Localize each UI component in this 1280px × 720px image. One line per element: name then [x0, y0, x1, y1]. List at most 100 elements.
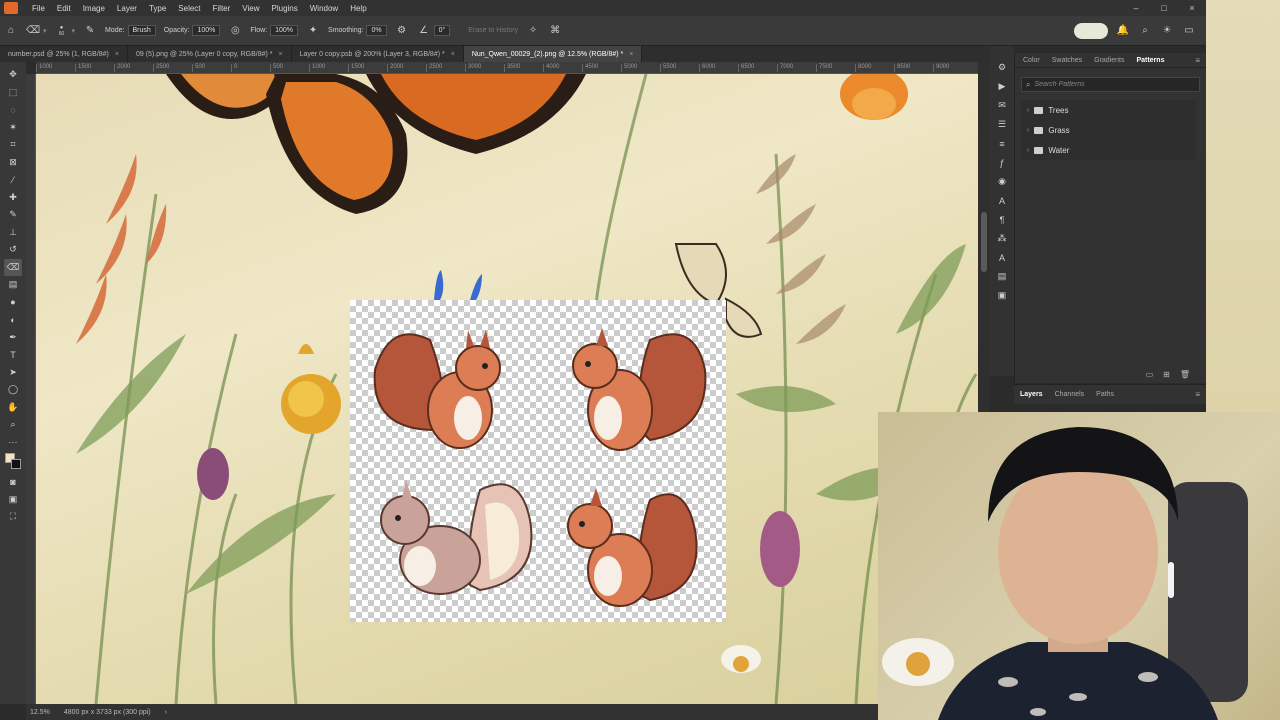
scrollbar-thumb[interactable] [981, 212, 987, 272]
type-tool-presets-icon[interactable]: A [994, 250, 1010, 265]
app-logo-icon[interactable] [4, 2, 18, 14]
brush-preset-picker[interactable]: ● 60 ▾ [55, 24, 75, 38]
menu-type[interactable]: Type [143, 4, 172, 13]
panel-menu-icon[interactable]: ≡ [1195, 56, 1200, 65]
play-action-icon[interactable]: ▶ [994, 79, 1010, 94]
history-icon[interactable]: ▣ [994, 288, 1010, 303]
close-tab-icon[interactable]: × [451, 51, 455, 58]
vertical-ruler[interactable] [26, 74, 36, 704]
tab-layers[interactable]: Layers [1018, 391, 1045, 398]
frame-tool-icon[interactable]: ⊠ [4, 154, 22, 172]
close-tab-icon[interactable]: × [629, 51, 633, 58]
gradient-tool-icon[interactable]: ▤ [4, 276, 22, 294]
glyphs-icon[interactable]: ⁂ [994, 231, 1010, 246]
eyedropper-tool-icon[interactable]: ⁄ [4, 171, 22, 189]
tab-patterns[interactable]: Patterns [1132, 57, 1168, 64]
panel-menu-icon[interactable]: ≡ [1195, 390, 1200, 399]
close-tab-icon[interactable]: × [115, 51, 119, 58]
mode-select[interactable]: Brush [127, 25, 156, 36]
menu-window[interactable]: Window [304, 4, 344, 13]
chevron-right-icon[interactable]: › [1027, 107, 1029, 114]
toggle-brush-panel-icon[interactable]: ✎ [83, 24, 97, 38]
color-swatches[interactable] [4, 451, 22, 473]
pattern-group-trees[interactable]: › Trees [1021, 100, 1196, 120]
flow-input[interactable]: 100% [270, 25, 299, 36]
quick-mask-icon[interactable]: ◙ [4, 473, 22, 491]
menu-help[interactable]: Help [344, 4, 372, 13]
tab-layer0-copy[interactable]: Layer 0 copy.psb @ 200% (Layer 3, RGB/8#… [292, 46, 464, 62]
bell-icon[interactable]: 🔔 [1116, 24, 1130, 38]
menu-image[interactable]: Image [77, 4, 111, 13]
angle-input[interactable]: 0° [433, 25, 451, 36]
lasso-tool-icon[interactable]: ◌ [4, 101, 22, 119]
tab-number-psd[interactable]: number.psd @ 25% (1, RGB/8#) × [0, 46, 128, 62]
share-button[interactable] [1074, 22, 1108, 39]
menu-view[interactable]: View [236, 4, 265, 13]
more-tools-icon[interactable]: ··· [4, 434, 22, 452]
clone-stamp-tool-icon[interactable]: ⊥ [4, 224, 22, 242]
pattern-group-grass[interactable]: › Grass [1021, 120, 1196, 140]
search-patterns-input[interactable] [1034, 81, 1185, 88]
marquee-tool-icon[interactable]: ⬚ [4, 84, 22, 102]
menu-layer[interactable]: Layer [111, 4, 143, 13]
menu-plugins[interactable]: Plugins [266, 4, 304, 13]
libraries-icon[interactable]: ▤ [994, 269, 1010, 284]
airbrush-icon[interactable]: ✦ [306, 24, 320, 38]
symmetry-icon[interactable]: ⌘ [548, 24, 562, 38]
erase-history-icon[interactable]: ✧ [526, 24, 540, 38]
document-canvas[interactable] [36, 74, 978, 704]
home-icon[interactable]: ⌂ [4, 24, 18, 38]
blur-tool-icon[interactable]: ● [4, 294, 22, 312]
horizontal-ruler[interactable]: 1000 1500 2000 2500 500 0 500 1000 1500 2000 2500 3… [36, 62, 978, 74]
menu-file[interactable]: File [26, 4, 51, 13]
sliders-icon[interactable]: ≡ [994, 136, 1010, 151]
chevron-right-icon[interactable]: › [1027, 147, 1029, 154]
opacity-input[interactable]: 100% [192, 25, 221, 36]
zoom-level[interactable]: 12.5% [30, 709, 50, 716]
comments-icon[interactable]: ✉ [994, 98, 1010, 113]
document-info[interactable]: 4800 px x 3733 px (300 ppi) [64, 709, 151, 716]
adjustments-icon[interactable]: ☰ [994, 117, 1010, 132]
menu-select[interactable]: Select [172, 4, 206, 13]
tab-nun-qwen[interactable]: Nun_Qwen_00029_(2).png @ 12.5% (RGB/8#) … [463, 46, 643, 62]
pen-tool-icon[interactable]: ✒ [4, 329, 22, 347]
smoothing-input[interactable]: 0% [366, 25, 387, 36]
tab-gradients[interactable]: Gradients [1090, 57, 1128, 64]
tab-paths[interactable]: Paths [1094, 391, 1116, 398]
shape-tool-icon[interactable]: ◯ [4, 381, 22, 399]
status-chevron-icon[interactable]: › [165, 709, 167, 716]
trash-icon[interactable]: 🗑 [1180, 370, 1190, 379]
brush-tool-icon[interactable]: ✎ [4, 206, 22, 224]
screen-mode-icon[interactable]: ▣ [4, 491, 22, 509]
crop-tool-icon[interactable]: ⌗ [4, 136, 22, 154]
minimize-button[interactable]: – [1122, 3, 1150, 13]
close-button[interactable]: × [1178, 3, 1206, 13]
settings-gear-icon[interactable]: ⚙ [395, 24, 409, 38]
pressure-icon[interactable]: ◎ [228, 24, 242, 38]
dodge-tool-icon[interactable]: ◐ [4, 311, 22, 329]
paragraph-icon[interactable]: ¶ [994, 212, 1010, 227]
type-tool-icon[interactable]: T [4, 346, 22, 364]
magic-wand-tool-icon[interactable]: ✶ [4, 119, 22, 137]
eraser-icon[interactable]: ⌫ [26, 24, 40, 38]
lightbulb-icon[interactable]: ☀ [1160, 24, 1174, 38]
new-pattern-icon[interactable]: ⊞ [1163, 370, 1170, 379]
background-color-swatch[interactable] [11, 459, 21, 469]
properties-icon[interactable]: ⚙ [994, 60, 1010, 75]
character-icon[interactable]: A [994, 193, 1010, 208]
erase-to-history-checkbox[interactable]: Erase to History [468, 27, 518, 34]
tab-channels[interactable]: Channels [1053, 391, 1087, 398]
healing-brush-tool-icon[interactable]: ✚ [4, 189, 22, 207]
close-tab-icon[interactable]: × [279, 51, 283, 58]
tab-color[interactable]: Color [1019, 57, 1044, 64]
maximize-button[interactable]: □ [1150, 3, 1178, 13]
menu-edit[interactable]: Edit [51, 4, 77, 13]
eraser-tool-icon[interactable]: ⌫ [4, 258, 22, 276]
generate-image-icon[interactable]: ⛶ [4, 508, 22, 526]
pattern-group-water[interactable]: › Water [1021, 140, 1196, 160]
hand-tool-icon[interactable]: ✋ [4, 399, 22, 417]
brush-settings-icon[interactable]: ◉ [994, 174, 1010, 189]
fx-styles-icon[interactable]: ƒ [994, 155, 1010, 170]
menu-filter[interactable]: Filter [207, 4, 237, 13]
squirrel-sprite-sheet[interactable] [350, 300, 726, 622]
